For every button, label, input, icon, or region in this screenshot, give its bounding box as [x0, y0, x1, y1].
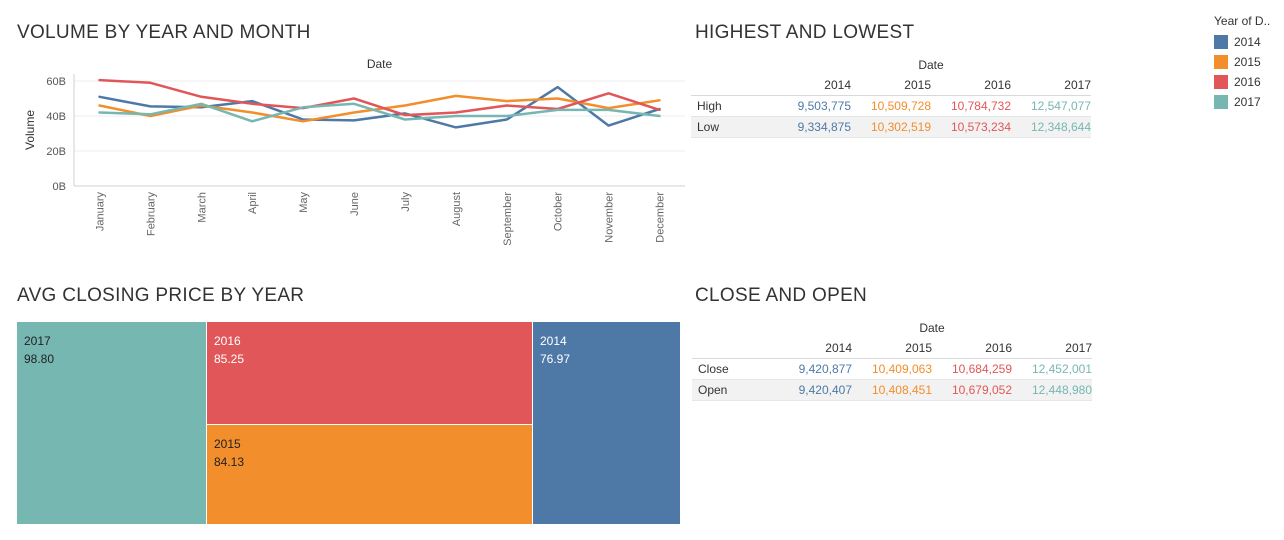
x-tick-label: December [655, 192, 667, 243]
x-axis-title: Date [367, 57, 393, 71]
table-cell: 10,509,728 [851, 95, 931, 117]
avg-chart-title: AVG CLOSING PRICE BY YEAR [17, 285, 305, 306]
hilo-col-2017: 2017 [1011, 75, 1091, 96]
legend-label: 2016 [1234, 75, 1261, 89]
y-axis-title: Volume [23, 110, 37, 150]
table-row: Open 9,420,407 10,408,451 10,679,052 12,… [692, 379, 1092, 401]
treemap-value: 76.97 [540, 352, 571, 366]
table-row: Close 9,420,877 10,409,063 10,684,259 12… [692, 358, 1092, 380]
x-tick-label: July [400, 192, 412, 212]
legend-item-2017[interactable]: 2017 [1214, 92, 1270, 112]
y-tick-label: 20B [46, 146, 66, 158]
x-tick-label: March [196, 192, 208, 223]
hilo-table-title: HIGHEST AND LOWEST [695, 22, 915, 43]
table-cell: 12,348,644 [1011, 116, 1091, 138]
treemap-cell-2015[interactable]: 2015 84.13 [207, 425, 532, 524]
row-label: High [691, 95, 771, 117]
avg-closing-treemap[interactable]: 2017 98.80 2016 85.25 2015 84.13 2014 76… [17, 322, 680, 524]
hilo-column-header: Date [918, 58, 944, 72]
table-cell: 9,420,877 [772, 358, 852, 380]
closeopen-table-title: CLOSE AND OPEN [695, 285, 868, 306]
row-label: Open [692, 379, 772, 401]
closeopen-table: Date 2014 2015 2016 2017 Close 9,420,877… [692, 318, 1092, 401]
table-cell: 9,503,775 [771, 95, 851, 117]
volume-line-chart[interactable]: Date Volume 0B 20B 40B 60B January February Marc… [0, 50, 690, 265]
treemap-value: 84.13 [214, 455, 245, 469]
x-tick-label: May [298, 192, 310, 213]
table-cell: 10,573,234 [931, 116, 1011, 138]
x-tick-label: April [247, 192, 259, 214]
y-tick-label: 40B [46, 111, 66, 123]
year-legend[interactable]: Year of D.. 2014 2015 2016 2017 [1214, 14, 1270, 112]
table-cell: 12,547,077 [1011, 95, 1091, 117]
legend-item-2015[interactable]: 2015 [1214, 52, 1270, 72]
table-row: Low 9,334,875 10,302,519 10,573,234 12,3… [691, 116, 1091, 138]
treemap-label: 2014 [540, 334, 567, 348]
legend-swatch [1214, 35, 1228, 49]
table-cell: 10,409,063 [852, 358, 932, 380]
x-tick-label: August [451, 192, 463, 226]
table-cell: 9,420,407 [772, 379, 852, 401]
table-cell: 12,452,001 [1012, 358, 1092, 380]
treemap-cell-2017[interactable]: 2017 98.80 [17, 322, 206, 524]
x-tick-label: September [502, 192, 514, 246]
table-cell: 10,408,451 [852, 379, 932, 401]
legend-item-2016[interactable]: 2016 [1214, 72, 1270, 92]
table-cell: 9,334,875 [771, 116, 851, 138]
treemap-label: 2016 [214, 334, 241, 348]
legend-swatch [1214, 55, 1228, 69]
legend-swatch [1214, 75, 1228, 89]
volume-chart-title: VOLUME BY YEAR AND MONTH [17, 22, 311, 43]
table-cell: 10,679,052 [932, 379, 1012, 401]
closeopen-col-2016: 2016 [932, 338, 1012, 359]
legend-title: Year of D.. [1214, 14, 1271, 28]
treemap-cell-2016[interactable]: 2016 85.25 [207, 322, 532, 424]
table-row: High 9,503,775 10,509,728 10,784,732 12,… [691, 95, 1091, 117]
legend-item-2014[interactable]: 2014 [1214, 32, 1270, 52]
treemap-label: 2017 [24, 334, 51, 348]
closeopen-column-header: Date [919, 321, 945, 335]
y-tick-label: 0B [53, 181, 66, 193]
hilo-table: Date 2014 2015 2016 2017 High 9,503,775 … [691, 55, 1091, 138]
legend-label: 2015 [1234, 55, 1261, 69]
treemap-value: 98.80 [24, 352, 55, 366]
hilo-col-2015: 2015 [851, 75, 931, 96]
closeopen-col-2017: 2017 [1012, 338, 1092, 359]
x-tick-label: October [553, 192, 565, 231]
closeopen-col-2014: 2014 [772, 338, 852, 359]
x-tick-label: June [349, 192, 361, 216]
hilo-col-2016: 2016 [931, 75, 1011, 96]
closeopen-col-2015: 2015 [852, 338, 932, 359]
table-cell: 10,302,519 [851, 116, 931, 138]
legend-swatch [1214, 95, 1228, 109]
row-label: Low [691, 116, 771, 138]
legend-label: 2017 [1234, 95, 1261, 109]
legend-label: 2014 [1234, 35, 1261, 49]
treemap-label: 2015 [214, 437, 241, 451]
row-label: Close [692, 358, 772, 380]
y-tick-label: 60B [46, 76, 66, 88]
x-tick-label: November [604, 192, 616, 243]
table-cell: 10,784,732 [931, 95, 1011, 117]
table-cell: 10,684,259 [932, 358, 1012, 380]
treemap-value: 85.25 [214, 352, 245, 366]
x-tick-label: January [94, 192, 106, 232]
hilo-col-2014: 2014 [771, 75, 851, 96]
x-tick-label: February [145, 192, 157, 237]
table-cell: 12,448,980 [1012, 379, 1092, 401]
treemap-cell-2014[interactable]: 2014 76.97 [533, 322, 680, 524]
